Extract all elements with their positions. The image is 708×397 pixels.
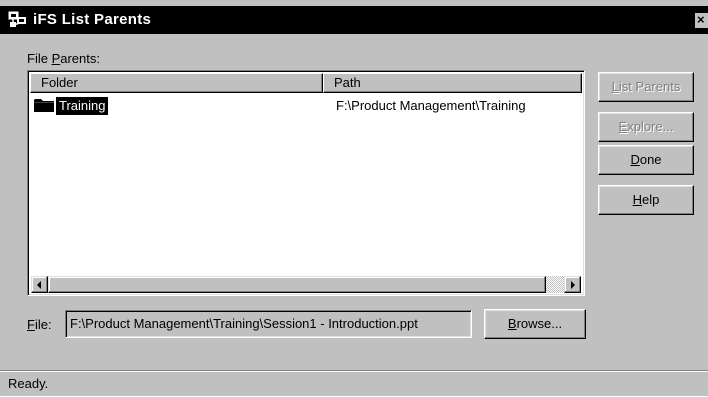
folder-icon (34, 99, 54, 112)
close-icon: × (697, 13, 705, 27)
title-bar[interactable]: iFS List Parents × (0, 6, 708, 34)
help-button[interactable]: Help (598, 185, 694, 215)
horizontal-scrollbar[interactable] (31, 276, 581, 293)
parents-list-view[interactable]: Folder Path Training F:\Product Manageme… (27, 70, 585, 296)
column-header-path[interactable]: Path (323, 73, 582, 93)
app-icon (8, 11, 26, 27)
arrow-right-icon (571, 281, 575, 289)
column-header-folder[interactable]: Folder (30, 73, 323, 93)
scroll-thumb[interactable] (48, 276, 546, 293)
list-parents-button[interactable]: List Parents (598, 72, 694, 102)
file-parents-label: File Parents: (27, 51, 100, 66)
file-label: File: (27, 317, 52, 332)
browse-button[interactable]: Browse... (484, 309, 586, 339)
window-title: iFS List Parents (33, 11, 152, 28)
status-bar: Ready. (0, 370, 708, 396)
status-text: Ready. (8, 376, 49, 391)
file-path-field[interactable]: F:\Product Management\Training\Session1 … (65, 310, 472, 338)
close-button[interactable]: × (695, 13, 708, 28)
arrow-left-icon (37, 281, 41, 289)
scroll-left-button[interactable] (31, 276, 48, 293)
done-button[interactable]: Done (598, 145, 694, 175)
dialog-window: iFS List Parents × File Parents: Folder … (0, 0, 708, 396)
list-item-folder: Training (56, 97, 109, 115)
scroll-right-button[interactable] (564, 276, 581, 293)
list-item-path: F:\Product Management\Training (336, 98, 526, 113)
explore-button[interactable]: Explore... (598, 112, 694, 142)
